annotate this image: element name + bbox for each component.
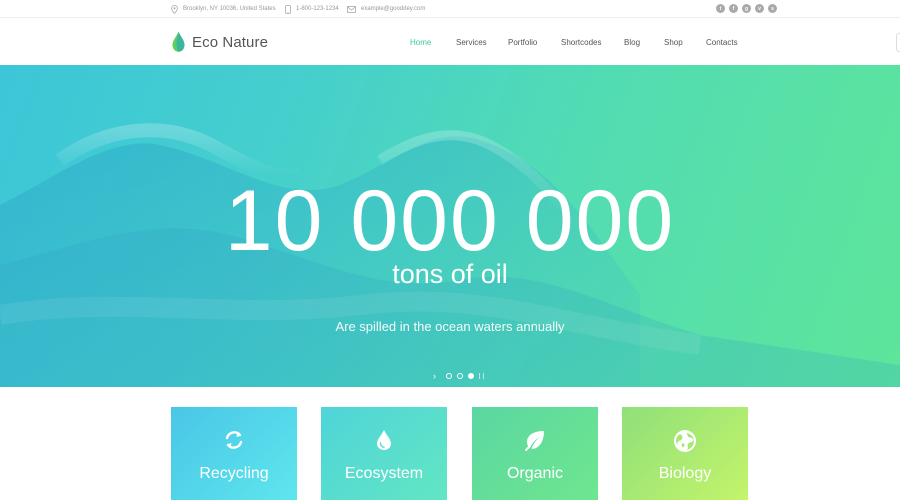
google-plus-icon[interactable]: g [742,4,751,13]
nav-home[interactable]: Home [410,38,431,47]
hero-slider: 10 000 000 tons of oil Are spilled in th… [0,65,900,387]
address-info: Brooklyn, NY 10036, United States [171,0,276,18]
nav-portfolio[interactable]: Portfolio [508,38,537,47]
feature-label: Recycling [199,465,269,482]
feature-card-biology[interactable]: Biology [622,407,748,500]
email-text[interactable]: example@gooddey.com [361,6,425,12]
leaf-drop-logo-icon [172,32,185,52]
nav-blog[interactable]: Blog [624,38,640,47]
feature-label: Biology [658,465,712,482]
hero-headline-number: 10 000 000 [224,173,676,269]
phone-icon [285,4,291,14]
hero-subtitle: tons of oil [392,259,508,289]
feature-card-recycling[interactable]: Recycling [171,407,297,500]
slider-controls: › [433,371,484,381]
location-pin-icon [171,4,178,14]
vimeo-icon[interactable]: v [755,4,764,13]
nav-contacts[interactable]: Contacts [706,38,738,47]
top-info-bar: Brooklyn, NY 10036, United States 1-800-… [0,0,900,18]
phone-info: 1-800-123-1234 [285,0,339,18]
slider-dot-3[interactable] [468,373,474,379]
globe-icon [622,429,748,453]
social-links: t f g v s [712,4,777,13]
hero-caption: Are spilled in the ocean waters annually [335,319,565,334]
water-drop-icon [321,429,447,451]
logo-text: Eco Nature [192,33,269,51]
site-logo[interactable]: Eco Nature [171,31,268,53]
leaf-icon [472,429,598,451]
slider-dot-2[interactable] [457,373,463,379]
recycle-icon [171,429,297,451]
feature-label: Organic [506,465,564,482]
twitter-icon[interactable]: t [716,4,725,13]
slider-next-arrow-icon[interactable]: › [433,371,441,381]
nav-services[interactable]: Services [456,38,487,47]
slider-dot-1[interactable] [446,373,452,379]
nav-shop[interactable]: Shop [664,38,683,47]
skype-icon[interactable]: s [768,4,777,13]
facebook-icon[interactable]: f [729,4,738,13]
feature-label: Ecosystem [344,465,424,482]
feature-card-ecosystem[interactable]: Ecosystem [321,407,447,500]
nav-shortcodes[interactable]: Shortcodes [561,38,601,47]
phone-text[interactable]: 1-800-123-1234 [296,6,339,12]
slider-pause-icon[interactable] [479,373,484,379]
email-info: example@gooddey.com [347,0,425,18]
address-text: Brooklyn, NY 10036, United States [183,6,276,12]
site-header: Eco Nature Home Services Portfolio Short… [0,19,900,65]
feature-card-organic[interactable]: Organic [472,407,598,500]
envelope-icon [347,5,356,13]
search-button[interactable] [896,33,900,52]
